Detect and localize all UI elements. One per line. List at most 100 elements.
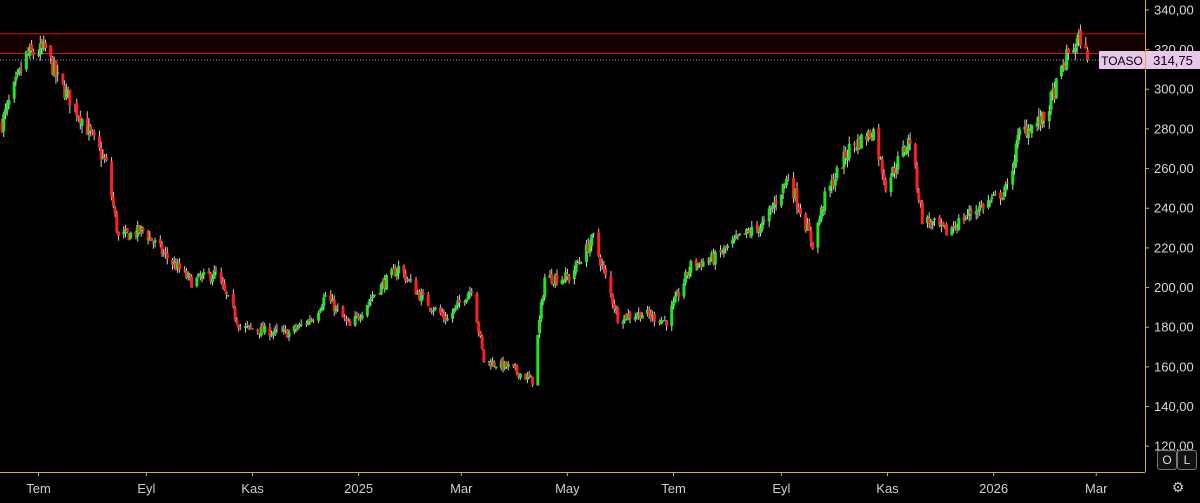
candle-body: [670, 305, 674, 326]
candle-body: [879, 157, 883, 159]
candle-body: [129, 232, 133, 239]
candle: [868, 129, 872, 139]
y-tick-label: 260,00: [1154, 161, 1194, 176]
candle-body: [150, 237, 154, 242]
candle-body: [256, 329, 260, 332]
candle-body: [244, 325, 248, 328]
candle-body: [536, 334, 540, 386]
candle-body: [590, 234, 594, 246]
candle-body: [1059, 65, 1063, 77]
linear-scale-button[interactable]: L: [1177, 450, 1197, 470]
candle-body: [1084, 44, 1088, 49]
candle-body: [125, 228, 129, 233]
candle-body: [564, 272, 568, 282]
candle-body: [809, 230, 813, 242]
log-scale-button[interactable]: O: [1157, 450, 1177, 470]
candle: [150, 237, 154, 242]
x-tick-label: Kas: [876, 481, 899, 496]
candle-body: [551, 283, 555, 285]
candle-body: [322, 297, 326, 306]
candle-body: [470, 291, 474, 293]
candle-body: [341, 306, 345, 318]
plot-area[interactable]: [0, 0, 1145, 472]
candle-body: [969, 210, 973, 214]
candle-body: [219, 272, 223, 282]
candle-body: [409, 279, 413, 281]
candle: [913, 142, 917, 169]
candle: [616, 306, 620, 324]
candle: [1054, 77, 1058, 100]
candle-body: [633, 317, 637, 320]
candle: [480, 334, 484, 350]
candle-body: [518, 373, 522, 378]
candle-body: [200, 275, 204, 279]
candle-body: [233, 308, 237, 320]
candle-body: [343, 317, 347, 319]
candle-body: [104, 157, 108, 161]
candle: [884, 177, 888, 193]
candle-body: [896, 156, 900, 170]
candle-body: [964, 217, 968, 220]
candle-body: [12, 81, 16, 99]
candle-body: [369, 299, 373, 302]
candle-body: [452, 308, 456, 313]
candle-body: [682, 283, 686, 297]
candle-body: [397, 266, 401, 274]
candle-body: [640, 314, 644, 319]
settings-icon[interactable]: ⚙: [1168, 479, 1188, 497]
candle-body: [852, 143, 856, 146]
candle-body: [238, 327, 242, 329]
candle-body: [915, 166, 919, 190]
y-tick-label: 240,00: [1154, 201, 1194, 216]
candle: [482, 349, 486, 363]
candle-body: [360, 315, 364, 319]
candle-body: [628, 313, 632, 319]
candle-body: [1000, 197, 1004, 199]
candle-body: [611, 293, 615, 304]
x-tick-label: Tem: [661, 481, 686, 496]
candle-body: [249, 325, 253, 328]
candle-body: [868, 130, 872, 138]
candle-body: [621, 321, 625, 324]
candle-body: [478, 331, 482, 336]
candle-body: [334, 306, 338, 312]
candle-body: [162, 252, 166, 254]
x-tick-label: Mar: [450, 481, 473, 496]
candle-body: [1073, 47, 1077, 52]
candle-body: [538, 319, 542, 334]
candle-body: [978, 205, 982, 212]
candle-body: [696, 263, 700, 268]
candle-body: [183, 270, 187, 272]
candle-body: [367, 301, 371, 305]
candle-body: [931, 221, 935, 225]
candle-body: [612, 304, 616, 310]
candle-body: [894, 170, 898, 172]
y-tick-label: 160,00: [1154, 359, 1194, 374]
candle-body: [976, 211, 980, 213]
candle-body: [738, 233, 742, 236]
candle-body: [384, 275, 388, 290]
candle-body: [263, 325, 267, 333]
candle-body: [543, 277, 547, 298]
candle-body: [1047, 111, 1051, 122]
resistance-zone-fill: [0, 33, 1145, 54]
candle-body: [56, 72, 60, 74]
candle-body: [652, 313, 656, 322]
candle-body: [458, 299, 462, 303]
candle-body: [31, 51, 35, 56]
candle-body: [555, 274, 559, 284]
candle-body: [913, 144, 917, 166]
candle-body: [840, 167, 844, 169]
x-tick-label: Eyl: [137, 481, 155, 496]
x-tick-label: 2026: [979, 481, 1008, 496]
candle-body: [908, 139, 912, 144]
candle-body: [932, 218, 936, 220]
candle-body: [1079, 30, 1083, 46]
price-chart[interactable]: 340,00320,00300,00280,00260,00240,00220,…: [0, 0, 1200, 503]
candle-body: [1011, 170, 1015, 185]
candle-body: [421, 292, 425, 295]
candle-body: [492, 362, 496, 366]
candle-body: [188, 274, 192, 276]
candle-body: [560, 279, 564, 285]
candle-body: [920, 201, 924, 225]
